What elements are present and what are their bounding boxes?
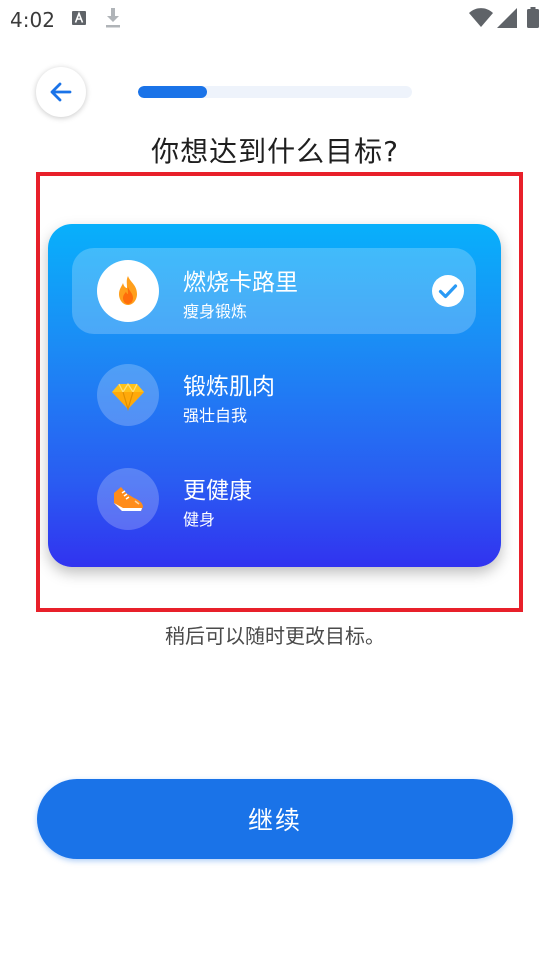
check-icon <box>432 275 464 307</box>
signal-icon <box>497 8 517 28</box>
continue-button[interactable]: 继续 <box>37 779 513 859</box>
goal-title: 更健康 <box>183 478 252 504</box>
goal-option-burn-calories[interactable]: 燃烧卡路里 瘦身锻炼 <box>72 248 476 334</box>
download-icon <box>106 8 120 28</box>
flame-icon <box>119 276 137 305</box>
goal-subtitle: 瘦身锻炼 <box>183 302 248 321</box>
goal-card: 燃烧卡路里 瘦身锻炼 锻炼肌肉 强壮自我 更健康 健身 <box>48 224 501 567</box>
back-button[interactable] <box>36 67 86 117</box>
goal-option-healthier[interactable]: 更健康 健身 <box>72 456 476 542</box>
diamond-icon <box>112 382 144 412</box>
status-time: 4:02 <box>10 8 55 32</box>
goal-selection-screen: 4:02 你想达到什么目标? 燃烧卡路里 瘦身锻炼 锻炼肌肉 强壮自我 更健康 … <box>0 0 550 979</box>
page-title: 你想达到什么目标? <box>151 135 399 168</box>
hint-text: 稍后可以随时更改目标。 <box>165 624 385 648</box>
battery-icon <box>527 7 539 28</box>
sneaker-icon <box>114 487 143 511</box>
progress-fill <box>138 86 207 98</box>
arrow-left-icon <box>50 82 72 102</box>
progress-bar <box>138 86 412 98</box>
goal-subtitle: 强壮自我 <box>183 406 248 425</box>
goal-title: 燃烧卡路里 <box>183 270 298 296</box>
goal-title: 锻炼肌肉 <box>183 374 275 400</box>
goal-subtitle: 健身 <box>183 510 216 529</box>
a-notification-icon <box>72 11 86 25</box>
status-bar: 4:02 <box>0 0 550 40</box>
wifi-icon <box>469 8 493 27</box>
goal-option-build-muscle[interactable]: 锻炼肌肉 强壮自我 <box>72 352 476 438</box>
